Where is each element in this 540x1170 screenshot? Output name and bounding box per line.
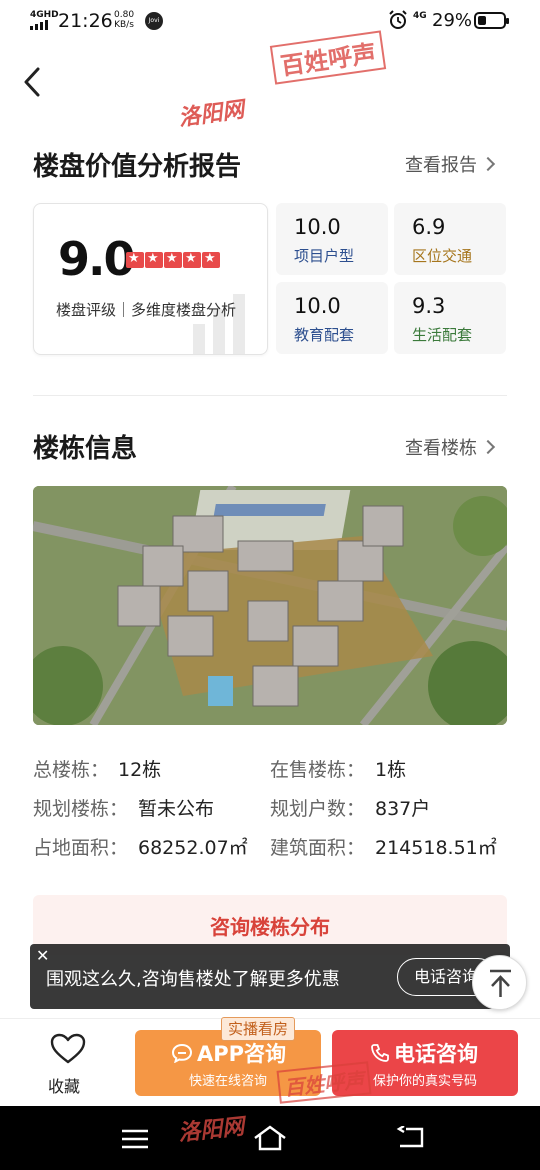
- planned-households-value: 837户: [375, 798, 431, 820]
- metric-value: 10.0: [294, 294, 341, 318]
- chevron-right-icon: [480, 439, 496, 455]
- metric-label: 项目户型: [294, 247, 355, 265]
- home-icon[interactable]: [252, 1124, 288, 1152]
- value-report-title: 楼盘价值分析报告: [33, 152, 242, 182]
- metric-education[interactable]: 10.0 教育配套: [276, 282, 388, 354]
- total-buildings-label: 总楼栋：: [33, 759, 110, 781]
- view-report-link[interactable]: 查看报告: [405, 151, 496, 177]
- bottom-action-bar: 收藏 实播看房 APP咨询 快速在线咨询 电话咨询 保护你的真实号码: [0, 1017, 540, 1106]
- battery-percent: 29%: [432, 10, 473, 31]
- app-consult-label: APP咨询: [171, 1038, 286, 1068]
- heart-icon[interactable]: [50, 1033, 86, 1065]
- network-speed: 0.80 KB/s: [114, 10, 134, 30]
- selling-buildings-label: 在售楼栋：: [270, 759, 366, 781]
- building-area-label: 建筑面积：: [270, 837, 366, 859]
- star-icon: [202, 251, 220, 268]
- network-type-2: 4G: [413, 11, 427, 21]
- selling-buildings-value: 1栋: [375, 759, 407, 781]
- close-icon[interactable]: ✕: [36, 948, 52, 964]
- battery-icon: [474, 12, 509, 29]
- back-icon[interactable]: [396, 1126, 426, 1150]
- metric-transport[interactable]: 6.9 区位交通: [394, 203, 506, 275]
- metric-label: 生活配套: [412, 326, 473, 344]
- speed-value: 0.80: [114, 10, 135, 20]
- total-buildings-value: 12栋: [118, 759, 162, 781]
- building-info-title: 楼栋信息: [33, 434, 138, 464]
- phone-consult-label: 电话咨询: [370, 1038, 478, 1068]
- consult-buildings-label: 咨询楼栋分布: [210, 915, 330, 939]
- app-screen: 4GHD 21:26 0.80 KB/s Jovi 4G 29% 洛阳网 百姓呼…: [0, 0, 540, 1170]
- chat-icon: [171, 1043, 193, 1064]
- network-type: 4GHD: [30, 10, 59, 20]
- phone-icon: [371, 1044, 389, 1062]
- watermark-site: 洛阳网: [176, 96, 246, 132]
- section-divider: [33, 395, 507, 396]
- aerial-view-image[interactable]: [33, 486, 507, 725]
- arrow-up-icon: [490, 969, 511, 997]
- alarm-icon: [389, 10, 407, 29]
- system-nav-bar: [0, 1106, 540, 1170]
- metric-layout[interactable]: 10.0 项目户型: [276, 203, 388, 275]
- phone-consult-text: 电话咨询: [394, 1042, 478, 1066]
- metric-value: 9.3: [412, 294, 446, 318]
- scroll-to-top-button[interactable]: [472, 955, 527, 1010]
- view-report-label: 查看报告: [405, 155, 477, 176]
- menu-icon[interactable]: [120, 1128, 150, 1150]
- signal-icon: [30, 20, 52, 30]
- metric-value: 6.9: [412, 215, 446, 239]
- star-rating: [126, 251, 221, 268]
- view-buildings-link[interactable]: 查看楼栋: [405, 434, 496, 460]
- score-card[interactable]: 9.0 楼盘评级｜多维度楼盘分析: [33, 203, 268, 355]
- chevron-right-icon: [480, 156, 496, 172]
- metric-value: 10.0: [294, 215, 341, 239]
- planned-buildings-label: 规划楼栋：: [33, 798, 129, 820]
- star-icon: [145, 251, 163, 268]
- star-icon: [164, 251, 182, 268]
- star-icon: [126, 251, 144, 268]
- score-caption: 楼盘评级｜多维度楼盘分析: [56, 301, 237, 319]
- watermark-site-bottom: 洛阳网: [177, 1113, 246, 1147]
- metric-living[interactable]: 9.3 生活配套: [394, 282, 506, 354]
- favorite-label[interactable]: 收藏: [48, 1073, 80, 1097]
- star-icon: [183, 251, 201, 268]
- land-area-value: 68252.07㎡: [138, 837, 248, 859]
- view-buildings-label: 查看楼栋: [405, 438, 477, 459]
- overall-score: 9.0: [58, 232, 135, 286]
- speed-unit: KB/s: [114, 20, 134, 30]
- jovi-icon: Jovi: [145, 12, 163, 30]
- planned-households-label: 规划户数：: [270, 798, 366, 820]
- metric-label: 教育配套: [294, 326, 355, 344]
- metric-label: 区位交通: [412, 247, 473, 265]
- land-area-label: 占地面积：: [33, 837, 129, 859]
- status-bar: 4GHD 21:26 0.80 KB/s Jovi 4G 29%: [0, 0, 540, 42]
- promo-toast: ✕ 围观这么久,咨询售楼处了解更多优惠 电话咨询: [30, 944, 510, 1009]
- back-arrow-icon[interactable]: [18, 64, 48, 100]
- planned-buildings-value: 暂未公布: [138, 798, 215, 820]
- toast-message: 围观这么久,咨询售楼处了解更多优惠: [46, 969, 340, 990]
- building-area-value: 214518.51㎡: [375, 837, 497, 859]
- clock: 21:26: [58, 10, 113, 32]
- app-consult-text: APP咨询: [197, 1042, 287, 1066]
